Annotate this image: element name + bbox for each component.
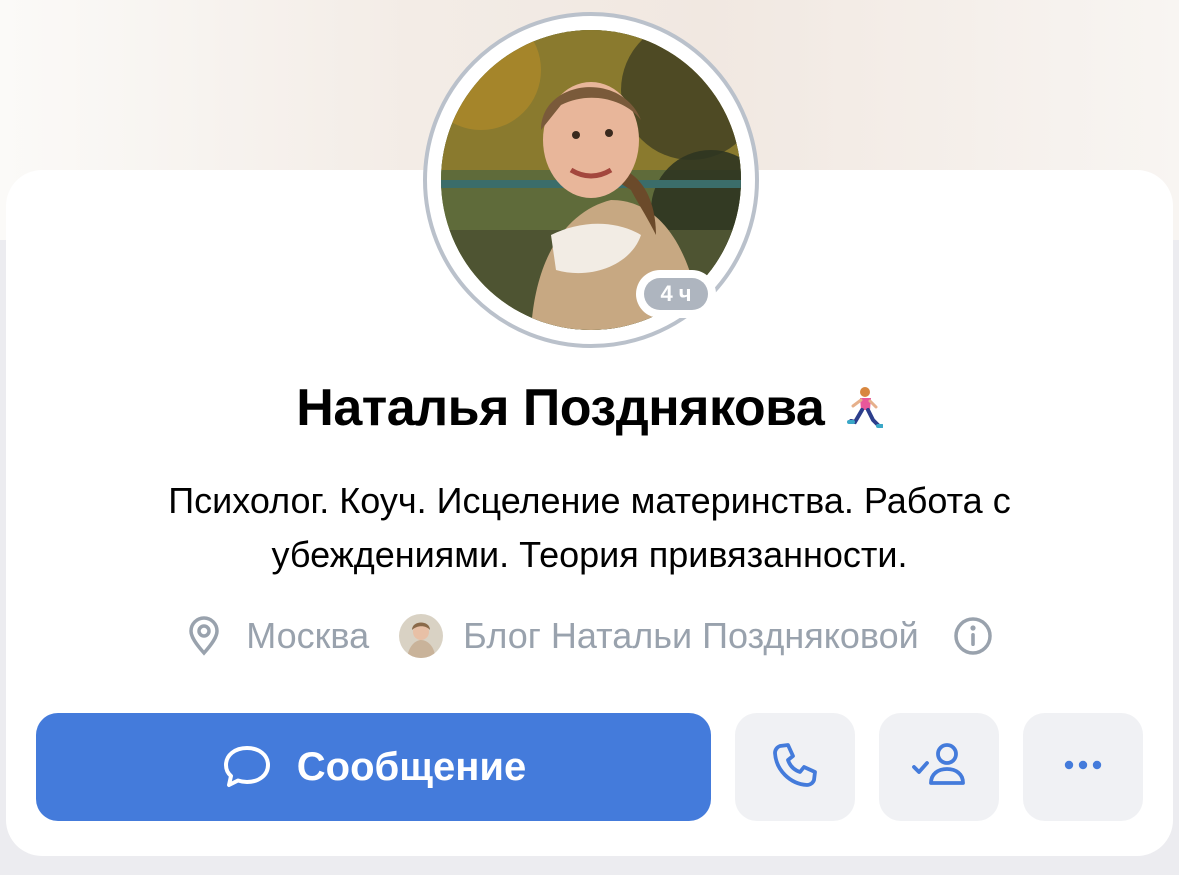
story-time-label: 4 ч (644, 278, 708, 310)
profile-name: Наталья Позднякова (296, 379, 825, 437)
profile-blog-link[interactable]: Блог Натальи Поздняковой (463, 615, 919, 657)
story-time-badge: 4 ч (636, 270, 716, 318)
runner-emoji-icon[interactable] (843, 386, 884, 430)
profile-meta-row: Москва Блог Натальи Поздняковой (0, 608, 1179, 664)
info-icon[interactable] (953, 616, 993, 656)
profile-name-row: Наталья Позднякова (0, 378, 1179, 442)
profile-bio: Психолог. Коуч. Исцеление материнства. Р… (168, 480, 1011, 575)
call-button[interactable] (735, 713, 855, 821)
message-button-label: Сообщение (296, 744, 527, 789)
location-icon (186, 616, 222, 656)
message-bubble-icon (221, 743, 273, 791)
phone-icon (769, 739, 821, 796)
more-button[interactable] (1023, 713, 1143, 821)
more-icon (1061, 758, 1105, 776)
blog-avatar (399, 614, 444, 658)
friend-status-button[interactable] (879, 713, 999, 821)
friend-added-icon (909, 740, 969, 795)
message-button[interactable]: Сообщение (36, 713, 711, 821)
profile-city[interactable]: Москва (246, 615, 369, 657)
